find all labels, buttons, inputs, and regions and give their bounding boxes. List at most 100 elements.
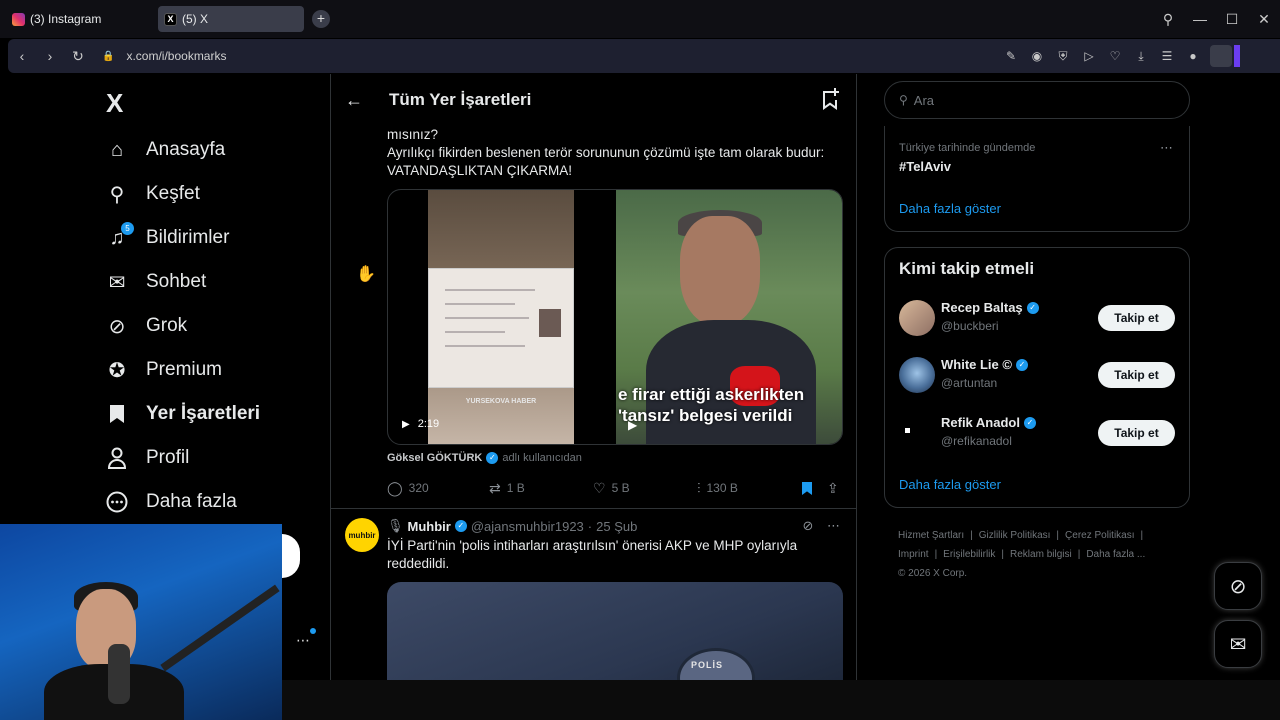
x-logo[interactable]: X bbox=[106, 88, 123, 119]
reload-button[interactable]: ↻ bbox=[64, 48, 92, 65]
tab-label: (5) X bbox=[182, 12, 209, 26]
separator: | bbox=[1077, 549, 1081, 560]
author-name[interactable]: Muhbir bbox=[408, 519, 451, 534]
more-icon[interactable]: ⋯ bbox=[827, 518, 840, 533]
tweet-image[interactable]: POLİS bbox=[387, 582, 843, 680]
footer-link[interactable]: Çerez Politikası bbox=[1065, 530, 1134, 541]
back-arrow-icon[interactable]: ← bbox=[345, 90, 363, 111]
mouse-cursor: ✋ bbox=[356, 266, 376, 283]
separator: | bbox=[934, 549, 938, 560]
footer-link[interactable]: Daha fazla ... bbox=[1086, 549, 1145, 560]
footer-link[interactable]: Hizmet Şartları bbox=[898, 530, 964, 541]
who-to-follow-title: Kimi takip etmeli bbox=[899, 259, 1035, 278]
sidebar-item-bookmarks[interactable]: Yer İşaretleri bbox=[104, 397, 260, 431]
source-suffix: adlı kullanıcıdan bbox=[502, 452, 582, 464]
sidebar-item-profile[interactable]: Profil bbox=[104, 441, 189, 475]
tweet-date[interactable]: 25 Şub bbox=[596, 519, 637, 534]
shield-icon[interactable]: ⛨ bbox=[1050, 49, 1076, 64]
sidebar-item-more[interactable]: Daha fazla bbox=[104, 485, 237, 519]
profile-icon[interactable]: ● bbox=[1180, 49, 1206, 63]
sidebar-item-explore[interactable]: ⚲ Keşfet bbox=[104, 177, 200, 211]
reply-count: 320 bbox=[408, 481, 429, 495]
close-button[interactable]: ✕ bbox=[1248, 11, 1280, 28]
sidebar-item-premium[interactable]: ✪ Premium bbox=[104, 353, 222, 387]
views-button[interactable]: ⫶ 130 B bbox=[697, 480, 738, 497]
sidebar-item-label: Grok bbox=[146, 315, 188, 336]
footer-link[interactable]: Gizlilik Politikası bbox=[979, 530, 1051, 541]
sidebar-item-chat[interactable]: ✉ Sohbet bbox=[104, 265, 207, 299]
follow-suggestion[interactable]: White Lie © ✓ @artuntan Takip et bbox=[899, 355, 1179, 395]
avatar[interactable] bbox=[899, 357, 935, 393]
avatar[interactable] bbox=[899, 300, 935, 336]
account-name[interactable]: Refik Anadol ✓ bbox=[941, 415, 1040, 430]
tab-label: (3) Instagram bbox=[30, 12, 102, 26]
follow-button[interactable]: Takip et bbox=[1098, 362, 1175, 388]
follow-suggestion[interactable]: Recep Baltaş ✓ @buckberi Takip et bbox=[899, 298, 1179, 338]
tab-instagram[interactable]: (3) Instagram bbox=[6, 6, 152, 32]
reply-button[interactable]: ◯ 320 bbox=[387, 480, 429, 497]
back-button[interactable]: ‹ bbox=[8, 48, 36, 64]
follow-suggestion[interactable]: Refik Anadol ✓ @refikanadol Takip et bbox=[899, 413, 1179, 453]
footer-link[interactable]: Reklam bilgisi bbox=[1010, 549, 1072, 560]
share-icon: ⇪ bbox=[827, 479, 839, 496]
account-name[interactable]: Recep Baltaş ✓ bbox=[941, 300, 1043, 315]
sidebar-item-label: Bildirimler bbox=[146, 227, 230, 248]
share-button[interactable]: ⇪ bbox=[827, 480, 845, 497]
trend-tag[interactable]: #TelAviv bbox=[899, 159, 951, 174]
edit-icon[interactable]: ✎ bbox=[998, 49, 1024, 63]
avatar[interactable]: muhbir bbox=[345, 518, 379, 552]
video-controls[interactable]: ▶ 2:19 bbox=[402, 418, 439, 430]
follow-button[interactable]: Takip et bbox=[1098, 305, 1175, 331]
show-more-link[interactable]: Daha fazla göster bbox=[899, 477, 1001, 492]
download-icon[interactable]: ⤓ bbox=[1128, 49, 1154, 64]
bookmark-button[interactable] bbox=[801, 481, 813, 496]
mail-icon: ✉ bbox=[108, 271, 126, 294]
sidebar-item-label: Sohbet bbox=[146, 271, 207, 292]
sidebar-item-grok[interactable]: ⊘ Grok bbox=[104, 309, 188, 343]
account-name[interactable]: White Lie © ✓ bbox=[941, 357, 1032, 372]
tab-x[interactable]: X (5) X bbox=[158, 6, 304, 32]
page-title: Tüm Yer İşaretleri bbox=[389, 90, 532, 109]
search-icon[interactable]: ⚲ bbox=[1152, 11, 1184, 28]
heart-icon[interactable]: ♡ bbox=[1102, 49, 1128, 63]
url-field[interactable]: 🔒 x.com/i/bookmarks bbox=[102, 49, 226, 63]
grok-icon[interactable]: ⊘ bbox=[802, 518, 813, 533]
verified-icon: ✓ bbox=[454, 520, 467, 532]
document-line bbox=[445, 303, 515, 305]
tweet-video[interactable]: YURSEKOVA HABER e firar ettiği askerlikt… bbox=[387, 189, 843, 445]
messages-button[interactable]: ✉ bbox=[1214, 620, 1262, 668]
menu-icon[interactable]: ☰ bbox=[1154, 49, 1180, 63]
author-handle[interactable]: @ajansmuhbir1923 bbox=[471, 519, 584, 534]
sidebar-item-notifications[interactable]: ♫ 5 Bildirimler bbox=[104, 221, 229, 255]
play-icon[interactable]: ▶ bbox=[402, 419, 410, 430]
maximize-button[interactable]: ☐ bbox=[1216, 11, 1248, 28]
play-center-icon[interactable]: ▶ bbox=[628, 418, 637, 432]
minimize-button[interactable]: — bbox=[1184, 11, 1216, 27]
show-more-link[interactable]: Daha fazla göster bbox=[899, 201, 1001, 216]
source-name[interactable]: Göksel GÖKTÜRK bbox=[387, 452, 482, 464]
tweet-text-line: mısınız? bbox=[387, 127, 439, 142]
x-icon: X bbox=[164, 12, 177, 26]
follow-button[interactable]: Takip et bbox=[1098, 420, 1175, 446]
extension-icon[interactable] bbox=[1210, 45, 1232, 67]
play-icon[interactable]: ▷ bbox=[1076, 49, 1102, 63]
forward-button[interactable]: › bbox=[36, 48, 64, 64]
like-button[interactable]: ♡ 5 B bbox=[593, 480, 630, 497]
avatar[interactable] bbox=[899, 415, 935, 451]
search-input[interactable]: ⚲ Ara bbox=[884, 81, 1190, 119]
new-tab-button[interactable]: + bbox=[312, 10, 330, 28]
grok-button[interactable]: ⊘ bbox=[1214, 562, 1262, 610]
footer-link[interactable]: Imprint bbox=[898, 549, 929, 560]
post-button-partial[interactable] bbox=[282, 534, 300, 578]
repost-button[interactable]: ⇄ 1 B bbox=[489, 480, 525, 497]
more-circle-icon bbox=[104, 489, 130, 515]
separator: | bbox=[970, 530, 973, 541]
tweet-text-line: Ayrılıkçı fikirden beslenen terör sorunu… bbox=[387, 145, 825, 160]
mail-icon: ✉ bbox=[1229, 633, 1247, 656]
sidebar-item-home[interactable]: ⌂ Anasayfa bbox=[104, 133, 225, 167]
more-icon[interactable]: ⋯ bbox=[1160, 140, 1173, 156]
more-dots-icon[interactable]: ⋯ bbox=[296, 632, 310, 649]
camera-icon[interactable]: ◉ bbox=[1024, 49, 1050, 63]
footer-link[interactable]: Erişilebilirlik bbox=[943, 549, 995, 560]
add-bookmark-folder-icon[interactable] bbox=[821, 88, 841, 115]
